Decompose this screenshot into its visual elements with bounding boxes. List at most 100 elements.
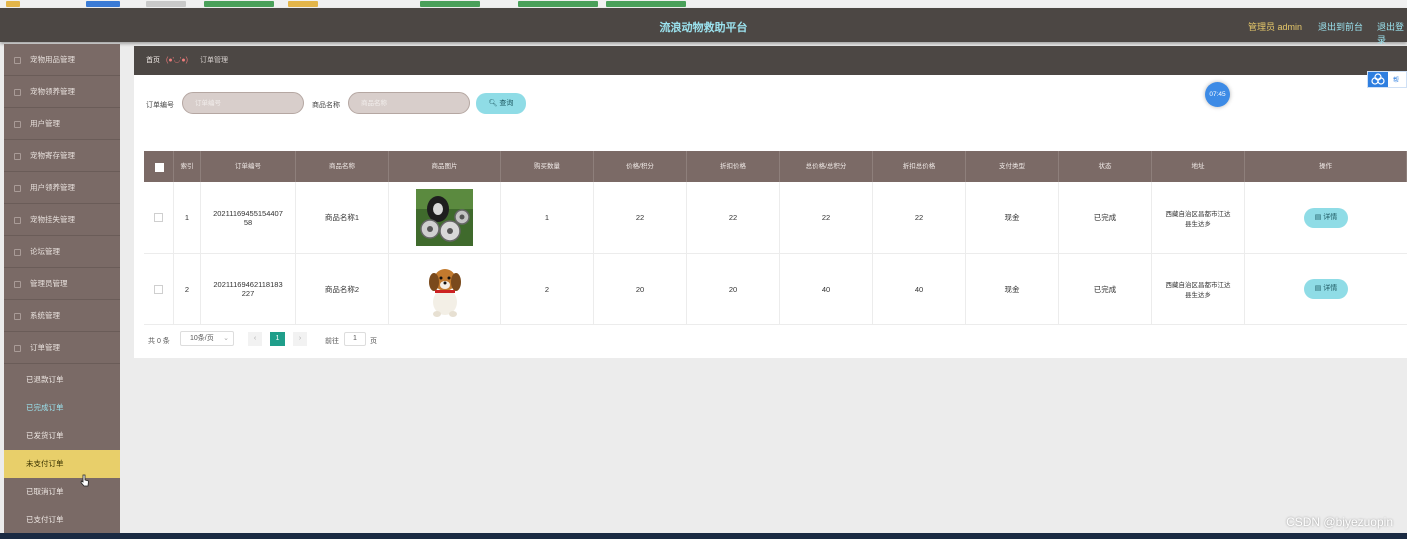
cell-actions: ▤ 详情: [1245, 182, 1407, 253]
col-header-discount-price[interactable]: 折扣价格: [687, 151, 780, 182]
breadcrumb-current: 订单管理: [200, 57, 228, 64]
sidebar-item-pet-boarding[interactable]: 宠物寄存管理: [4, 140, 120, 172]
col-header-address[interactable]: 地址: [1152, 151, 1245, 182]
page-size-select[interactable]: 10条/页 ⌄: [180, 331, 234, 346]
sidebar: 宠物用品管理 宠物领养管理 用户管理 宠物寄存管理 用户领养管理 宠物挂失管理 …: [4, 44, 120, 534]
search-icon: 🔍︎: [488, 100, 498, 107]
sidebar-subitem-shipped[interactable]: 已发货订单: [4, 422, 120, 450]
chevron-right-icon: ›: [298, 335, 302, 342]
sidebar-item-pet-adoption[interactable]: 宠物领养管理: [4, 76, 120, 108]
cell-discount-price: 20: [687, 254, 780, 324]
cell-product-name: 商品名称2: [296, 254, 389, 324]
col-header-product-image[interactable]: 商品图片: [389, 151, 501, 182]
exit-to-front-link[interactable]: 退出到前台: [1318, 20, 1363, 33]
menu-icon: [14, 185, 21, 192]
col-header-status[interactable]: 状态: [1059, 151, 1152, 182]
mouse-cursor-icon: [80, 474, 89, 487]
row-checkbox[interactable]: [154, 213, 163, 222]
select-all-checkbox[interactable]: [155, 163, 164, 172]
product-name-label: 商品名称: [312, 102, 340, 109]
col-header-order-no[interactable]: 订单编号: [201, 151, 296, 182]
sidebar-item-system[interactable]: 系统管理: [4, 300, 120, 332]
sidebar-item-admins[interactable]: 管理员管理: [4, 268, 120, 300]
page-number-current[interactable]: 1: [270, 332, 285, 346]
sidebar-subitem-unpaid[interactable]: 未支付订单: [4, 450, 120, 478]
time-badge[interactable]: 07:45: [1205, 82, 1230, 107]
sidebar-item-orders[interactable]: 订单管理: [4, 332, 120, 364]
cell-total: 22: [780, 182, 873, 253]
row-divider: [144, 324, 1407, 325]
breadcrumb-home[interactable]: 首页: [146, 46, 160, 75]
detail-button[interactable]: ▤ 详情: [1304, 207, 1348, 228]
menu-icon: [14, 89, 21, 96]
row-checkbox[interactable]: [154, 284, 163, 294]
os-taskbar: [0, 533, 1407, 539]
chevron-left-icon: ‹: [253, 335, 257, 342]
bookmark-icon[interactable]: [518, 1, 598, 7]
sidebar-subitem-paid[interactable]: 已支付订单: [4, 506, 120, 534]
bookmark-icon[interactable]: [146, 1, 186, 7]
cell-order-no: 20211169462118183 227: [201, 254, 296, 324]
admin-label: 管理员 admin: [1248, 22, 1303, 32]
product-name-input[interactable]: 商品名称: [348, 92, 470, 114]
watermark: CSDN @biyezuopin: [1286, 515, 1393, 529]
app-title: 流浪动物救助平台: [659, 22, 748, 34]
widget-label: 帮: [1393, 78, 1400, 84]
detail-button[interactable]: ▤ 详情: [1304, 279, 1348, 299]
goto-label: 前往: [325, 338, 339, 345]
sidebar-subitem-completed[interactable]: 已完成订单: [4, 394, 120, 422]
sidebar-item-pet-lost[interactable]: 宠物挂失管理: [4, 204, 120, 236]
cell-status: 已完成: [1059, 254, 1152, 324]
cell-index: 1: [174, 182, 201, 253]
order-no-label: 订单编号: [146, 102, 174, 109]
col-header-total[interactable]: 总价格/总积分: [780, 151, 873, 182]
page-unit-label: 页: [370, 338, 377, 345]
goto-page-input[interactable]: 1: [344, 332, 366, 346]
cell-index: 2: [174, 254, 201, 324]
document-icon: ▤: [1314, 213, 1324, 221]
search-button[interactable]: 🔍︎ 查询: [476, 93, 526, 114]
menu-icon: [14, 217, 21, 224]
bookmark-icon[interactable]: [86, 1, 120, 7]
next-page-button[interactable]: ›: [293, 332, 307, 346]
sidebar-subitem-refunded[interactable]: 已退款订单: [4, 366, 120, 394]
col-header-quantity[interactable]: 购买数量: [501, 151, 594, 182]
col-header-pay-type[interactable]: 支付类型: [966, 151, 1059, 182]
menu-icon: [14, 57, 21, 64]
product-image-plush-dog[interactable]: [422, 260, 467, 318]
cell-status: 已完成: [1059, 182, 1152, 253]
bookmark-icon[interactable]: [204, 1, 274, 7]
sidebar-item-users[interactable]: 用户管理: [4, 108, 120, 140]
logout-link[interactable]: 退出登录: [1377, 20, 1407, 46]
breadcrumb-emoticon: (●'◡'●): [166, 57, 188, 64]
cloud-icon: [1368, 72, 1388, 87]
document-icon: ▤: [1314, 285, 1324, 292]
bookmark-icon[interactable]: [606, 1, 686, 7]
cell-quantity: 1: [501, 182, 594, 253]
cell-price: 22: [594, 182, 687, 253]
row-checkbox-cell: [144, 254, 174, 324]
col-header-discount-total[interactable]: 折扣总价格: [873, 151, 966, 182]
row-checkbox-cell: [144, 182, 174, 253]
col-header-product-name[interactable]: 商品名称: [296, 151, 389, 182]
cell-address: 西藏自治区昌都市江达 县生达乡: [1152, 182, 1245, 253]
sidebar-item-user-adoption[interactable]: 用户领养管理: [4, 172, 120, 204]
sidebar-item-forum[interactable]: 论坛管理: [4, 236, 120, 268]
sidebar-item-pet-supplies[interactable]: 宠物用品管理: [4, 44, 120, 76]
col-header-price[interactable]: 价格/积分: [594, 151, 687, 182]
order-no-input[interactable]: 订单编号: [182, 92, 304, 114]
bookmark-icon[interactable]: [288, 1, 318, 7]
cell-total: 40: [780, 254, 873, 324]
cell-quantity: 2: [501, 254, 594, 324]
cell-pay-type: 现金: [966, 254, 1059, 324]
floating-widget[interactable]: 帮: [1367, 71, 1407, 88]
col-header-index[interactable]: 索引: [174, 151, 201, 182]
pagination-total: 共 0 条: [148, 338, 170, 345]
bookmark-icon[interactable]: [6, 1, 20, 7]
product-image-toy-car[interactable]: [416, 189, 473, 246]
col-header-actions: 操作: [1245, 151, 1407, 182]
prev-page-button[interactable]: ‹: [248, 332, 262, 346]
sidebar-subitem-cancelled[interactable]: 已取消订单: [4, 478, 120, 506]
cell-product-image: [389, 254, 501, 324]
bookmark-icon[interactable]: [420, 1, 480, 7]
